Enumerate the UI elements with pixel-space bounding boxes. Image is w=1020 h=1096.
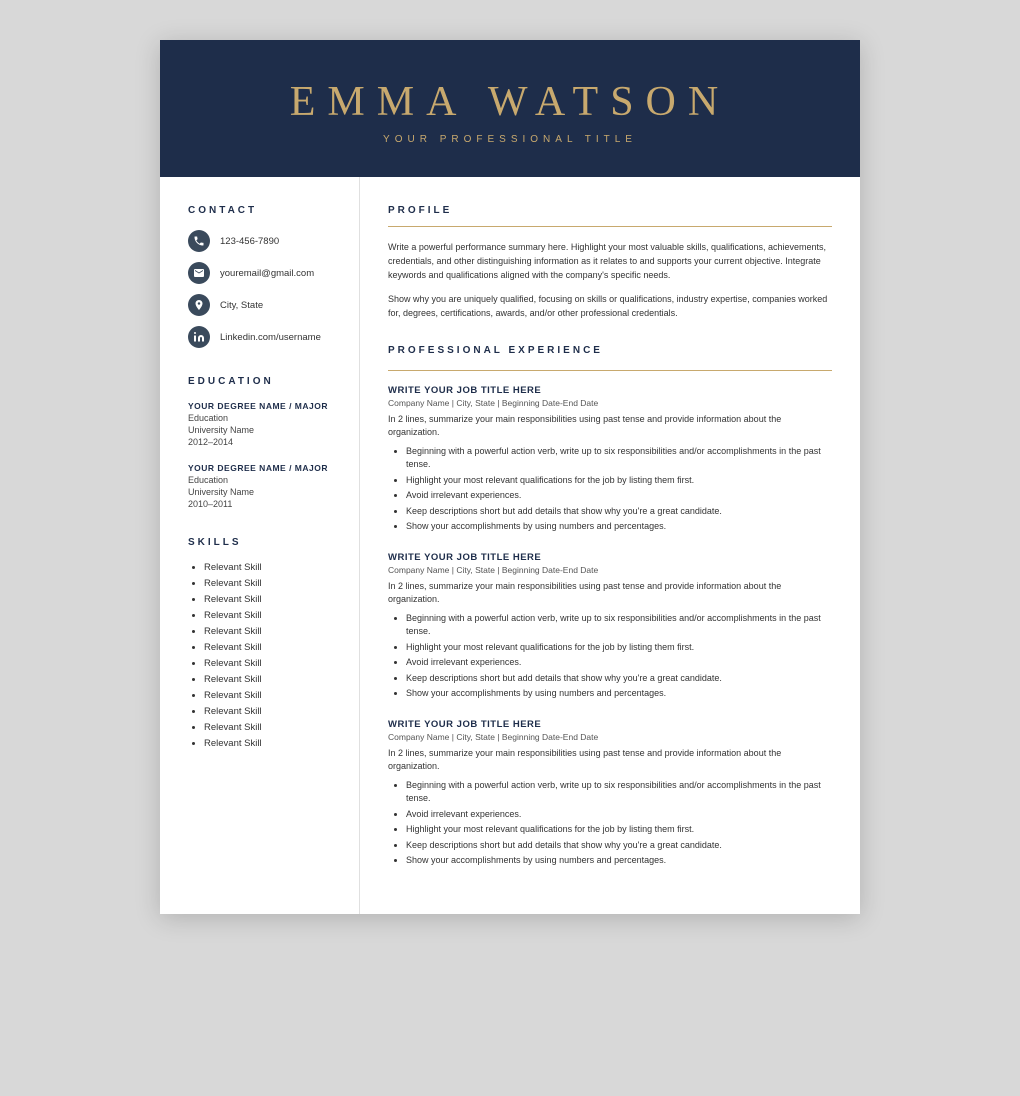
exp-bullets-3: Beginning with a powerful action verb, w… bbox=[388, 779, 832, 868]
edu-university-1: University Name bbox=[188, 425, 339, 435]
exp-meta-2: Company Name | City, State | Beginning D… bbox=[388, 565, 832, 575]
exp-meta-3: Company Name | City, State | Beginning D… bbox=[388, 732, 832, 742]
linkedin-icon bbox=[188, 326, 210, 348]
email-icon bbox=[188, 262, 210, 284]
resume-body: CONTACT 123-456-7890 your bbox=[160, 177, 860, 914]
contact-email: youremail@gmail.com bbox=[188, 262, 339, 284]
right-column: PROFILE Write a powerful performance sum… bbox=[360, 177, 860, 914]
skill-item-8: Relevant Skill bbox=[204, 674, 339, 685]
edu-years-2: 2010–2011 bbox=[188, 499, 339, 509]
profile-paragraph-1: Write a powerful performance summary her… bbox=[388, 241, 832, 283]
exp-bullet-2-3: Avoid irrelevant experiences. bbox=[406, 656, 832, 670]
experience-entry-3: WRITE YOUR JOB TITLE HERE Company Name | … bbox=[388, 719, 832, 868]
exp-bullet-3-1: Beginning with a powerful action verb, w… bbox=[406, 779, 832, 806]
skills-list: Relevant Skill Relevant Skill Relevant Ski… bbox=[188, 562, 339, 749]
skill-item-4: Relevant Skill bbox=[204, 610, 339, 621]
contact-location: City, State bbox=[188, 294, 339, 316]
exp-bullet-1-5: Show your accomplishments by using numbe… bbox=[406, 520, 832, 534]
skill-item-11: Relevant Skill bbox=[204, 722, 339, 733]
exp-bullet-3-3: Highlight your most relevant qualificati… bbox=[406, 823, 832, 837]
exp-bullet-2-4: Keep descriptions short but add details … bbox=[406, 672, 832, 686]
exp-bullet-2-2: Highlight your most relevant qualificati… bbox=[406, 641, 832, 655]
exp-job-title-3: WRITE YOUR JOB TITLE HERE bbox=[388, 719, 832, 730]
experience-entry-1: WRITE YOUR JOB TITLE HERE Company Name | … bbox=[388, 385, 832, 534]
skill-item-2: Relevant Skill bbox=[204, 578, 339, 589]
exp-bullet-3-2: Avoid irrelevant experiences. bbox=[406, 808, 832, 822]
contact-phone: 123-456-7890 bbox=[188, 230, 339, 252]
skill-item-9: Relevant Skill bbox=[204, 690, 339, 701]
profile-section-title: PROFILE bbox=[388, 205, 832, 216]
education-section-title: EDUCATION bbox=[188, 376, 339, 387]
exp-bullet-1-2: Highlight your most relevant qualificati… bbox=[406, 474, 832, 488]
phone-icon bbox=[188, 230, 210, 252]
email-text: youremail@gmail.com bbox=[220, 268, 314, 279]
experience-section: PROFESSIONAL EXPERIENCE WRITE YOUR JOB T… bbox=[388, 345, 832, 868]
experience-divider bbox=[388, 370, 832, 371]
exp-job-title-1: WRITE YOUR JOB TITLE HERE bbox=[388, 385, 832, 396]
exp-meta-1: Company Name | City, State | Beginning D… bbox=[388, 398, 832, 408]
resume-professional-title: YOUR PROFESSIONAL TITLE bbox=[200, 134, 820, 145]
skill-item-12: Relevant Skill bbox=[204, 738, 339, 749]
contact-section: CONTACT 123-456-7890 your bbox=[188, 205, 339, 348]
edu-degree-1: YOUR DEGREE NAME / MAJOR bbox=[188, 401, 339, 411]
edu-type-1: Education bbox=[188, 413, 339, 423]
edu-university-2: University Name bbox=[188, 487, 339, 497]
exp-bullet-3-5: Show your accomplishments by using numbe… bbox=[406, 854, 832, 868]
profile-paragraph-2: Show why you are uniquely qualified, foc… bbox=[388, 293, 832, 321]
exp-bullet-1-3: Avoid irrelevant experiences. bbox=[406, 489, 832, 503]
skill-item-3: Relevant Skill bbox=[204, 594, 339, 605]
experience-section-title: PROFESSIONAL EXPERIENCE bbox=[388, 345, 832, 356]
contact-section-title: CONTACT bbox=[188, 205, 339, 216]
skill-item-1: Relevant Skill bbox=[204, 562, 339, 573]
exp-bullet-1-1: Beginning with a powerful action verb, w… bbox=[406, 445, 832, 472]
education-section: EDUCATION YOUR DEGREE NAME / MAJOR Educa… bbox=[188, 376, 339, 509]
exp-summary-3: In 2 lines, summarize your main responsi… bbox=[388, 747, 832, 774]
edu-type-2: Education bbox=[188, 475, 339, 485]
skills-section-title: SKILLS bbox=[188, 537, 339, 548]
skills-section: SKILLS Relevant SkillRelevant SkillRelev… bbox=[188, 537, 339, 749]
resume-document: EMMA WATSON YOUR PROFESSIONAL TITLE CONT… bbox=[160, 40, 860, 914]
profile-divider bbox=[388, 226, 832, 227]
exp-bullet-2-1: Beginning with a powerful action verb, w… bbox=[406, 612, 832, 639]
exp-job-title-2: WRITE YOUR JOB TITLE HERE bbox=[388, 552, 832, 563]
experience-entry-2: WRITE YOUR JOB TITLE HERE Company Name | … bbox=[388, 552, 832, 701]
exp-bullets-1: Beginning with a powerful action verb, w… bbox=[388, 445, 832, 534]
profile-section: PROFILE Write a powerful performance sum… bbox=[388, 205, 832, 321]
skill-item-5: Relevant Skill bbox=[204, 626, 339, 637]
skill-item-7: Relevant Skill bbox=[204, 658, 339, 669]
education-entry-1: YOUR DEGREE NAME / MAJOR Education Unive… bbox=[188, 401, 339, 447]
exp-bullet-3-4: Keep descriptions short but add details … bbox=[406, 839, 832, 853]
exp-bullet-1-4: Keep descriptions short but add details … bbox=[406, 505, 832, 519]
exp-bullets-2: Beginning with a powerful action verb, w… bbox=[388, 612, 832, 701]
phone-text: 123-456-7890 bbox=[220, 236, 279, 247]
contact-linkedin: Linkedin.com/username bbox=[188, 326, 339, 348]
exp-summary-2: In 2 lines, summarize your main responsi… bbox=[388, 580, 832, 607]
edu-years-1: 2012–2014 bbox=[188, 437, 339, 447]
exp-bullet-2-5: Show your accomplishments by using numbe… bbox=[406, 687, 832, 701]
experience-entries: WRITE YOUR JOB TITLE HERE Company Name | … bbox=[388, 385, 832, 868]
exp-summary-1: In 2 lines, summarize your main responsi… bbox=[388, 413, 832, 440]
education-entry-2: YOUR DEGREE NAME / MAJOR Education Unive… bbox=[188, 463, 339, 509]
resume-name: EMMA WATSON bbox=[200, 78, 820, 126]
skill-item-6: Relevant Skill bbox=[204, 642, 339, 653]
location-icon bbox=[188, 294, 210, 316]
linkedin-text: Linkedin.com/username bbox=[220, 332, 321, 343]
edu-degree-2: YOUR DEGREE NAME / MAJOR bbox=[188, 463, 339, 473]
resume-header: EMMA WATSON YOUR PROFESSIONAL TITLE bbox=[160, 40, 860, 177]
skill-item-10: Relevant Skill bbox=[204, 706, 339, 717]
left-column: CONTACT 123-456-7890 your bbox=[160, 177, 360, 914]
location-text: City, State bbox=[220, 300, 263, 311]
